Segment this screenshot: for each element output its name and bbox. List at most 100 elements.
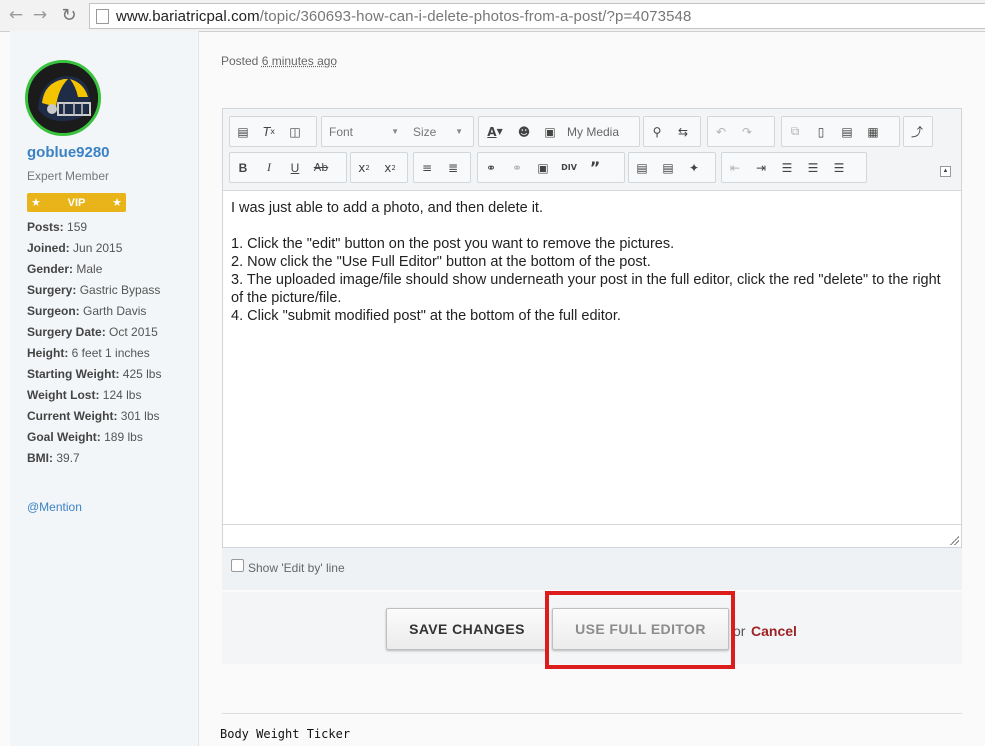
url-text: www.bariatricpal.com/topic/360693-how-ca… <box>116 8 691 25</box>
redo-icon[interactable]: ↷ <box>734 118 760 145</box>
show-edit-by-checkbox[interactable] <box>231 559 244 572</box>
show-edit-by-label[interactable]: Show 'Edit by' line <box>248 561 345 575</box>
replace-icon[interactable]: ⇆ <box>670 118 696 145</box>
editor-line: 2. Now click the "Use Full Editor" butto… <box>231 254 651 270</box>
signature-divider <box>222 713 962 714</box>
bold-icon[interactable]: B <box>230 154 256 181</box>
stat-gender: Gender: Male <box>27 262 103 276</box>
edit-options-row: Show 'Edit by' line <box>222 548 962 590</box>
font-select[interactable]: Font ▼ <box>322 118 406 145</box>
editor-content[interactable]: I was just able to add a photo, and then… <box>231 199 951 325</box>
toolbar-group-clipboard: ⧉ ▯ ▤ ▦ <box>781 116 900 147</box>
source-icon[interactable]: ▤ <box>230 118 256 145</box>
italic-icon[interactable]: I <box>256 154 282 181</box>
user-stats: Posts: 159 Joined: Jun 2015 Gender: Male… <box>27 217 187 469</box>
page-break-icon[interactable]: ▤ <box>629 154 655 181</box>
avatar[interactable] <box>25 60 101 136</box>
underline-icon[interactable]: U <box>282 154 308 181</box>
copy-icon[interactable]: ⧉ <box>782 118 808 145</box>
editor-line: 3. The uploaded image/file should show u… <box>231 272 941 306</box>
superscript-icon[interactable]: x2 <box>377 154 403 181</box>
numbered-list-icon[interactable]: ≣ <box>440 154 466 181</box>
image-icon[interactable]: ▣ <box>530 154 556 181</box>
toolbar-group-text-style: B I U Ab <box>229 152 347 183</box>
stat-starting-weight: Starting Weight: 425 lbs <box>27 367 162 381</box>
toolbar-group-history: ↶ ↷ <box>707 116 775 147</box>
paste-icon[interactable]: ▯ <box>808 118 834 145</box>
forward-arrow-icon[interactable]: → <box>30 5 50 25</box>
paste-text-icon[interactable]: ◫ <box>282 118 308 145</box>
toolbar-group-align: ⇤ ⇥ ☰ ☰ ☰ <box>721 152 867 183</box>
size-select[interactable]: Size ▼ <box>406 118 470 145</box>
remove-format-icon[interactable]: Tx <box>256 118 282 145</box>
stat-bmi: BMI: 39.7 <box>27 451 80 465</box>
browser-toolbar: ← → ↻ www.bariatricpal.com/topic/360693-… <box>0 0 985 32</box>
back-arrow-icon[interactable]: ← <box>6 5 26 25</box>
toolbar-group-font: Font ▼ Size ▼ <box>321 116 474 147</box>
helmet-icon <box>28 63 98 133</box>
toolbar-group-script: x2 x2 <box>350 152 408 183</box>
toolbar-group-lists: ≡ ≣ <box>413 152 471 183</box>
cancel-link[interactable]: Cancel <box>751 623 797 639</box>
undo-icon[interactable]: ↶ <box>708 118 734 145</box>
my-media-button[interactable]: My Media <box>563 118 623 145</box>
emoticon-icon[interactable]: ☻ <box>511 118 537 145</box>
rich-text-editor: ▤ Tx ◫ Font ▼ Size ▼ A ▼ ☻ ▣ My Media ⚲ ⇆ ↶… <box>222 108 962 548</box>
stat-height: Height: 6 feet 1 inches <box>27 346 150 360</box>
toolbar-group-source: ▤ Tx ◫ <box>229 116 317 147</box>
text-color-icon[interactable]: A ▼ <box>479 118 511 145</box>
editor-line: 1. Click the "edit" button on the post y… <box>231 236 675 252</box>
indent-icon[interactable]: ⇥ <box>748 154 774 181</box>
stat-posts: Posts: 159 <box>27 220 88 234</box>
stat-surgeon: Surgeon: Garth Davis <box>27 304 147 318</box>
blockquote-icon[interactable]: ” <box>582 154 608 181</box>
toolbar-group-tools: ⤴ <box>903 116 933 147</box>
page-icon <box>96 8 109 24</box>
toolbar-group-find: ⚲ ⇆ <box>643 116 701 147</box>
username-link[interactable]: goblue9280 <box>27 144 110 161</box>
reload-icon[interactable]: ↻ <box>59 5 79 26</box>
stat-goal-weight: Goal Weight: 189 lbs <box>27 430 143 444</box>
address-bar[interactable]: www.bariatricpal.com/topic/360693-how-ca… <box>89 3 985 29</box>
tweet-icon[interactable]: ✦ <box>681 154 707 181</box>
bulleted-list-icon[interactable]: ≡ <box>414 154 440 181</box>
body-weight-ticker: Body Weight Ticker <box>220 727 351 741</box>
mention-link[interactable]: @Mention <box>27 500 82 514</box>
star-icon: ★ <box>31 197 41 209</box>
post-date: Posted 6 minutes ago <box>221 54 338 68</box>
div-icon[interactable]: DIV <box>556 154 582 181</box>
toolbar-group-insert: ⚭ ⚭ ▣ DIV ” <box>477 152 625 183</box>
strikethrough-icon[interactable]: Ab <box>308 154 334 181</box>
post-time-ago[interactable]: 6 minutes ago <box>262 54 337 68</box>
stat-surgery-date: Surgery Date: Oct 2015 <box>27 325 158 339</box>
save-changes-button[interactable]: SAVE CHANGES <box>386 608 548 650</box>
link-icon[interactable]: ⚭ <box>478 154 504 181</box>
toolbar-group-special: ▤ ▤ ✦ <box>628 152 716 183</box>
collapse-toolbar-icon[interactable]: ▲ <box>940 166 951 177</box>
find-icon[interactable]: ⚲ <box>644 118 670 145</box>
align-right-icon[interactable]: ☰ <box>826 154 852 181</box>
outdent-icon[interactable]: ⇤ <box>722 154 748 181</box>
template-icon[interactable]: ▤ <box>655 154 681 181</box>
paste-plain-icon[interactable]: ▦ <box>860 118 886 145</box>
url-host: www.bariatricpal.com <box>116 7 260 25</box>
editor-toolbar: ▤ Tx ◫ Font ▼ Size ▼ A ▼ ☻ ▣ My Media ⚲ ⇆ ↶… <box>223 109 961 191</box>
stat-joined: Joined: Jun 2015 <box>27 241 123 255</box>
member-title: Expert Member <box>27 169 110 183</box>
annotation-highlight-box <box>545 591 735 669</box>
user-info-panel: goblue9280 Expert Member ★ VIP ★ Posts: … <box>10 31 199 746</box>
editor-status-bar <box>223 524 961 547</box>
paste-word-icon[interactable]: ▤ <box>834 118 860 145</box>
wrench-icon[interactable]: ⤴ <box>904 118 930 145</box>
resize-grip-icon[interactable] <box>949 535 959 545</box>
align-left-icon[interactable]: ☰ <box>774 154 800 181</box>
editor-line: 4. Click "submit modified post" at the b… <box>231 308 621 324</box>
media-disk-icon[interactable]: ▣ <box>537 118 563 145</box>
unlink-icon[interactable]: ⚭ <box>504 154 530 181</box>
stat-weight-lost: Weight Lost: 124 lbs <box>27 388 142 402</box>
align-center-icon[interactable]: ☰ <box>800 154 826 181</box>
editor-line: I was just able to add a photo, and then… <box>231 200 543 216</box>
vip-badge: ★ VIP ★ <box>27 193 126 212</box>
toolbar-group-media: A ▼ ☻ ▣ My Media <box>478 116 640 147</box>
subscript-icon[interactable]: x2 <box>351 154 377 181</box>
